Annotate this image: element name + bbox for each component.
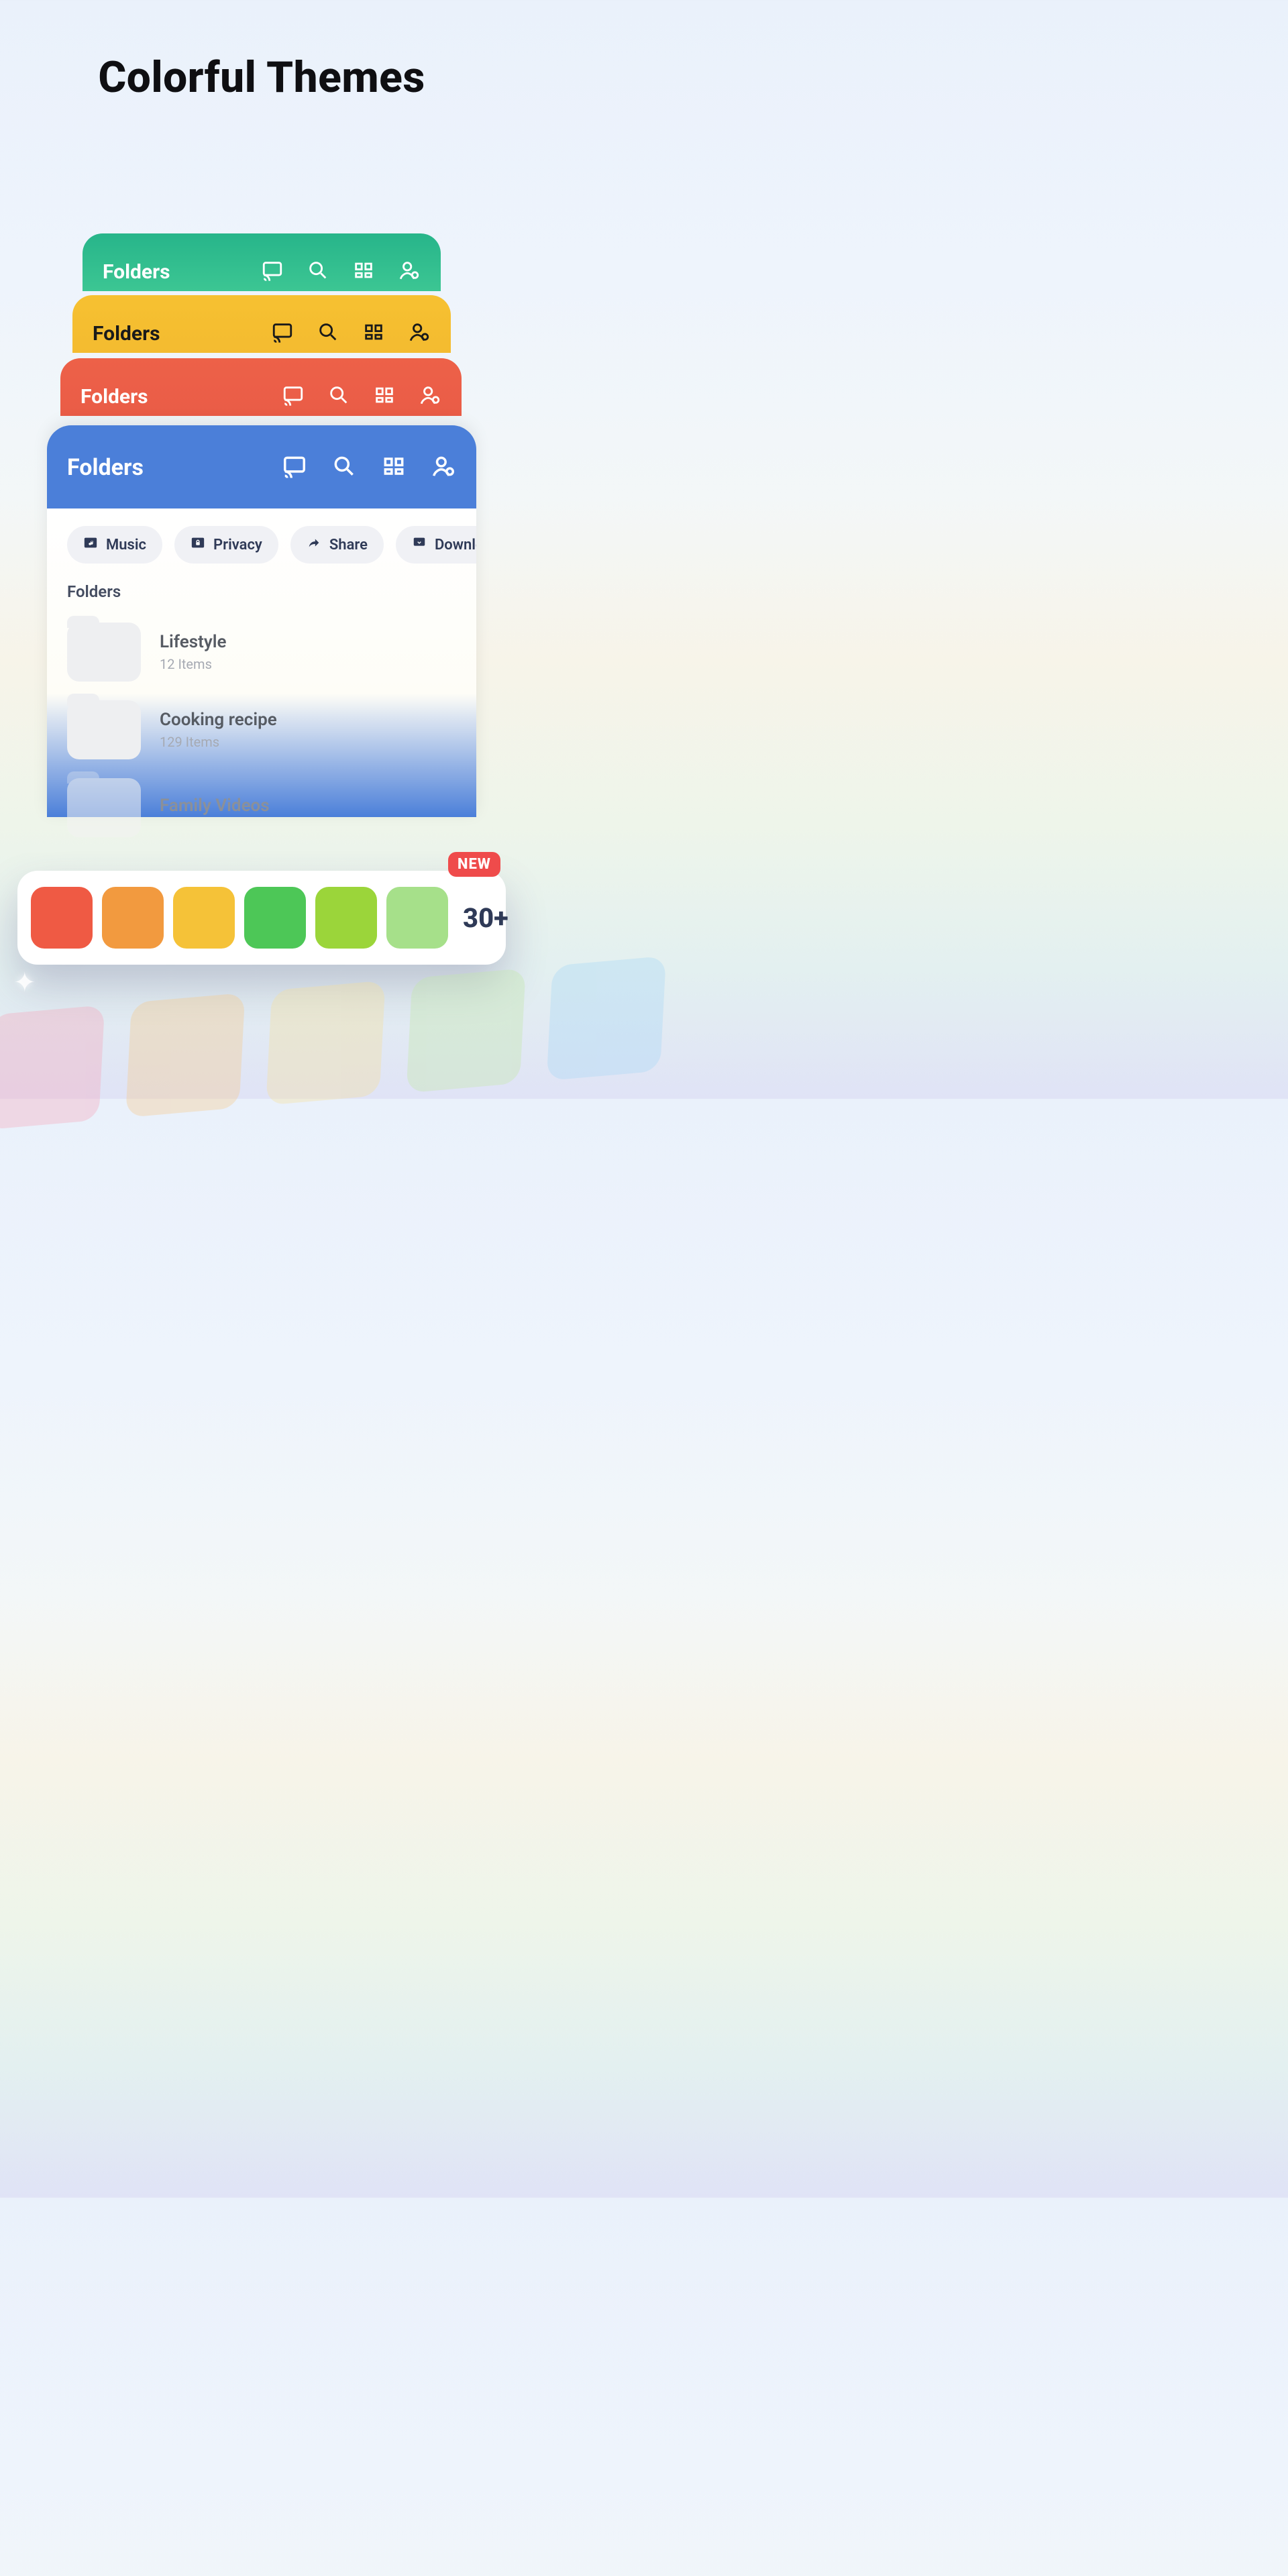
grid-view-icon[interactable]	[362, 321, 385, 346]
color-swatch[interactable]	[173, 887, 235, 949]
search-icon[interactable]	[317, 321, 339, 346]
download-icon	[412, 535, 427, 554]
theme-card-stack: Folders Folders Folders	[47, 233, 476, 837]
user-account-icon[interactable]	[419, 384, 441, 409]
chip-label: Privacy	[213, 537, 262, 553]
cast-icon[interactable]	[261, 259, 284, 284]
header-title: Folders	[67, 454, 144, 481]
header-title: Folders	[80, 385, 148, 409]
chip-share[interactable]: Share	[290, 526, 384, 564]
grid-view-icon[interactable]	[381, 453, 407, 482]
folder-row[interactable]: Family Videos	[67, 769, 476, 847]
folder-row[interactable]: Lifestyle 12 Items	[67, 613, 476, 691]
user-account-icon[interactable]	[408, 321, 431, 346]
header-title: Folders	[93, 322, 160, 345]
chip-row: Music Privacy Share Downloade	[67, 526, 476, 564]
folder-row[interactable]: Cooking recipe 129 Items	[67, 691, 476, 769]
theme-card-yellow: Folders	[72, 295, 451, 353]
chip-download[interactable]: Downloade	[396, 526, 476, 564]
theme-card-green: Folders	[83, 233, 441, 291]
color-swatch[interactable]	[244, 887, 306, 949]
search-icon[interactable]	[331, 453, 357, 482]
color-swatch[interactable]	[315, 887, 377, 949]
folder-count: 12 Items	[160, 656, 227, 672]
music-folder-icon	[83, 535, 98, 554]
folder-name: Lifestyle	[160, 632, 227, 652]
new-badge: NEW	[448, 852, 500, 877]
folder-icon	[67, 623, 141, 682]
color-swatch[interactable]	[386, 887, 448, 949]
card-content: Music Privacy Share Downloade Folders	[47, 508, 476, 817]
chip-label: Music	[106, 537, 146, 553]
page-title: Colorful Themes	[0, 52, 523, 103]
search-icon[interactable]	[307, 259, 329, 284]
cast-icon[interactable]	[271, 321, 294, 346]
header-title: Folders	[103, 260, 170, 284]
chip-privacy[interactable]: Privacy	[174, 526, 278, 564]
theme-card-red: Folders	[60, 358, 462, 416]
lock-folder-icon	[191, 535, 205, 554]
chip-label: Downloade	[435, 537, 476, 553]
sparkle-icon: ✦	[13, 967, 36, 998]
cast-icon[interactable]	[282, 453, 307, 482]
chip-label: Share	[329, 537, 368, 553]
theme-card-blue: Folders Music Privacy Sh	[47, 425, 476, 817]
background-tiles	[0, 967, 539, 1150]
folder-icon	[67, 700, 141, 759]
more-themes-count[interactable]: 30+	[463, 902, 508, 934]
color-swatch[interactable]	[31, 887, 93, 949]
folder-name: Cooking recipe	[160, 710, 277, 730]
user-account-icon[interactable]	[431, 453, 456, 482]
folder-count: 129 Items	[160, 734, 277, 750]
grid-view-icon[interactable]	[373, 384, 396, 409]
section-label: Folders	[67, 582, 476, 601]
cast-icon[interactable]	[282, 384, 305, 409]
search-icon[interactable]	[327, 384, 350, 409]
user-account-icon[interactable]	[398, 259, 421, 284]
grid-view-icon[interactable]	[352, 259, 375, 284]
folder-icon	[67, 778, 141, 837]
color-swatch[interactable]	[102, 887, 164, 949]
theme-palette-bar: NEW 30+	[17, 871, 506, 965]
share-icon	[307, 535, 321, 554]
folder-name: Family Videos	[160, 796, 270, 816]
chip-music[interactable]: Music	[67, 526, 162, 564]
